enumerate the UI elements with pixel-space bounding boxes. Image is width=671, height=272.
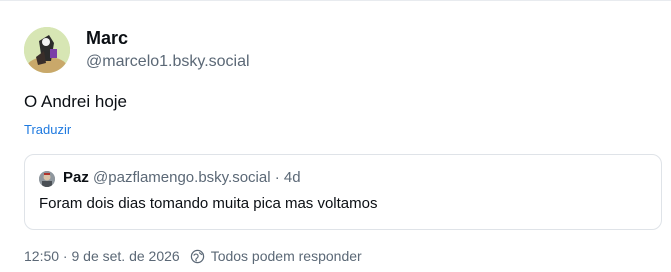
quote-separator: · [274,169,280,186]
globe-icon [190,249,204,263]
avatar-image [24,27,70,73]
translate-link[interactable]: Traduzir [24,122,71,137]
post-timestamp[interactable]: 12:50 · 9 de set. de 2026 [24,248,180,264]
post-meta: 12:50 · 9 de set. de 2026 Todos podem re… [24,248,362,264]
quoted-post[interactable]: Paz @pazflamengo.bsky.social · 4d Foram … [24,154,662,230]
author-avatar[interactable] [24,27,70,73]
reply-setting[interactable]: Todos podem responder [211,248,362,264]
quote-author-avatar [39,171,55,187]
quote-age[interactable]: 4d [284,169,301,186]
quote-header: Paz @pazflamengo.bsky.social · 4d [63,169,301,186]
post-thread-item: Marc @marcelo1.bsky.social O Andrei hoje… [0,0,671,272]
quote-text: Foram dois dias tomando muita pica mas v… [39,195,378,212]
author-name[interactable]: Marc [86,28,128,49]
quote-author-handle[interactable]: @pazflamengo.bsky.social [93,169,271,186]
author-handle[interactable]: @marcelo1.bsky.social [86,53,250,71]
quote-author-name[interactable]: Paz [63,169,89,186]
quote-avatar-image [39,171,55,187]
post-text: O Andrei hoje [24,92,128,111]
